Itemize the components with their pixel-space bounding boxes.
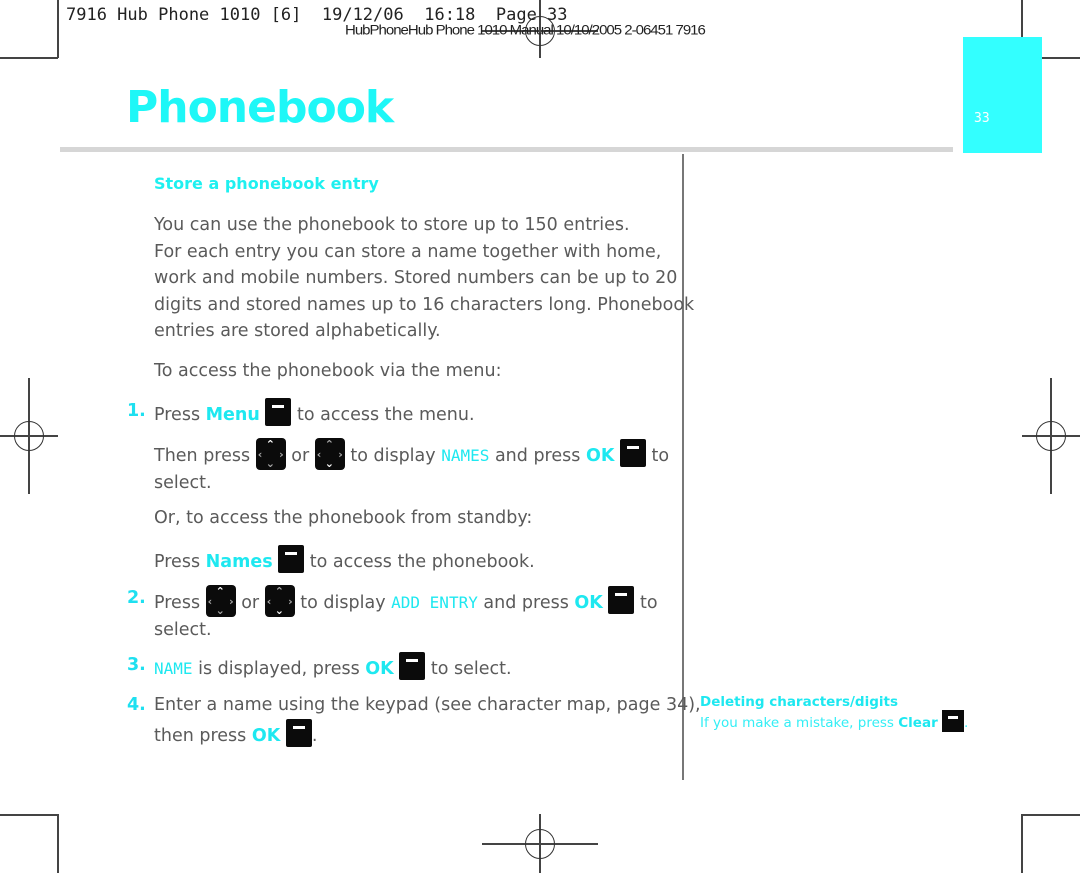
step-text: to <box>651 446 670 466</box>
step-text: is displayed, press <box>198 659 360 679</box>
softkey-dash-icon <box>278 545 305 573</box>
standby-intro: Or, to access the phonebook from standby… <box>154 508 533 528</box>
step-3: 3. NAME is displayed, press OK to select… <box>127 652 512 683</box>
ok-key-label: OK <box>585 446 615 466</box>
crop-mark-bl-v <box>57 814 59 873</box>
via-menu-text: To access the phonebook via the menu: <box>154 361 502 381</box>
softkey-dash-icon <box>265 398 292 426</box>
step-text: . <box>311 725 318 746</box>
softkey-dash-icon <box>619 439 646 467</box>
step-text: then press <box>154 725 247 746</box>
intro-line: work and mobile numbers. Stored numbers … <box>154 268 678 288</box>
step-text: select. <box>154 620 212 640</box>
sidebar-tip: Deleting characters/digits If you make a… <box>700 694 968 732</box>
lcd-text-name: NAME <box>154 659 193 678</box>
standby-step: Press Names to access the phonebook. <box>154 545 535 576</box>
step-2: 2. Press ⌃ ‹ › ⌄ or ⌃ ‹ › ⌄ to display ADD ENT… <box>127 585 658 644</box>
step-text: or <box>241 593 260 613</box>
step-text: and press <box>494 446 581 466</box>
step-1: 1. Press Menu to access the menu. <box>127 398 475 429</box>
crop-mark-tl-v <box>57 0 59 58</box>
step-text: to access the phonebook. <box>309 552 535 572</box>
tip-heading: Deleting characters/digits <box>700 694 898 710</box>
step-text: Press <box>154 405 201 425</box>
ok-key-label: OK <box>574 593 603 613</box>
step-text: and press <box>483 593 569 613</box>
page-title: Phonebook <box>126 82 394 133</box>
tip-body: If you make a mistake, press <box>700 715 894 731</box>
tip-end: . <box>964 715 969 731</box>
step-text: Then press <box>154 446 251 466</box>
intro-paragraph: You can use the phonebook to store up to… <box>154 212 694 345</box>
softkey-dash-icon <box>942 710 965 732</box>
softkey-dash-icon <box>399 652 426 680</box>
lcd-text-names: NAMES <box>441 446 490 465</box>
names-key-label: Names <box>205 552 273 572</box>
step-text: to display <box>350 446 436 466</box>
step-number: 4. <box>127 695 146 715</box>
navigation-up-icon: ⌃ ‹ › ⌄ <box>255 438 286 470</box>
step-text: to <box>640 593 658 613</box>
menu-key-label: Menu <box>205 405 260 425</box>
lcd-text-add-entry: ADD ENTRY <box>391 593 478 612</box>
step-number: 3. <box>127 655 146 675</box>
navigation-down-icon: ⌃ ‹ › ⌄ <box>314 438 345 470</box>
crop-mark-bl-h <box>0 814 59 816</box>
step-text: to display <box>300 593 386 613</box>
intro-line: For each entry you can store a name toge… <box>154 241 662 262</box>
crop-mark-br-h <box>1021 814 1080 816</box>
step-number: 2. <box>127 588 146 608</box>
step-text: Enter a name using the keypad (see chara… <box>154 695 701 715</box>
crop-mark-br-v <box>1021 814 1023 873</box>
intro-line: digits and stored names up to 16 charact… <box>154 294 695 315</box>
step-text: select. <box>154 473 212 493</box>
page-tab: 33 <box>963 37 1042 153</box>
step-1-navigate: Then press ⌃ ‹ › ⌄ or ⌃ ‹ › ⌄ to display NAMES… <box>154 438 669 497</box>
step-4: 4. Enter a name using the keypad (see ch… <box>127 692 701 749</box>
page-number: 33 <box>974 111 990 126</box>
step-number: 1. <box>127 401 146 421</box>
intro-line: entries are stored alphabetically. <box>154 321 441 341</box>
step-text: or <box>291 446 310 466</box>
softkey-dash-icon <box>608 586 635 614</box>
ok-key-label: OK <box>251 725 281 746</box>
step-text: to select. <box>430 659 512 679</box>
print-slug-overprint: HubPhoneHub Phone 1010 Manual 10/10/2005… <box>345 22 706 39</box>
navigation-up-icon: ⌃ ‹ › ⌄ <box>205 585 236 617</box>
crop-mark-tl-h <box>0 57 58 59</box>
navigation-down-icon: ⌃ ‹ › ⌄ <box>264 585 295 617</box>
step-text: Press <box>154 552 201 572</box>
tip-text: If you make a mistake, press Clear . <box>700 710 968 732</box>
step-text: Press <box>154 593 201 613</box>
clear-key-label: Clear <box>898 715 938 731</box>
ok-key-label: OK <box>365 659 394 679</box>
step-text: to access the menu. <box>297 405 475 425</box>
softkey-dash-icon <box>285 718 312 747</box>
header-rule <box>60 147 953 152</box>
intro-line: You can use the phonebook to store up to… <box>154 215 630 235</box>
section-heading: Store a phonebook entry <box>154 174 379 193</box>
